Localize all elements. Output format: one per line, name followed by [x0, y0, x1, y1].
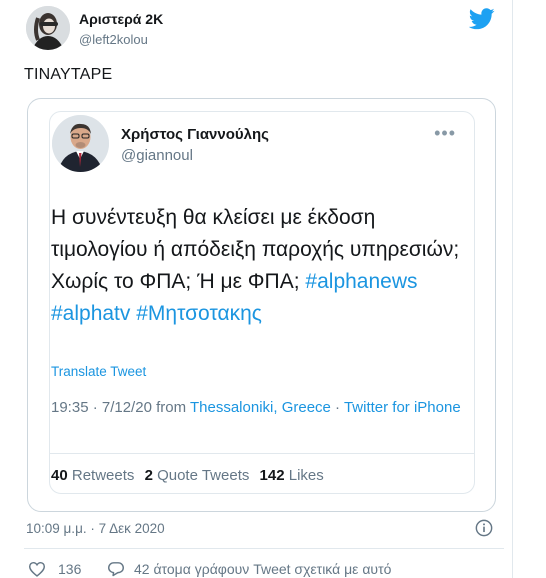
engagement-stats: 40 Retweets 2 Quote Tweets 142 Likes: [51, 467, 324, 484]
twitter-bird-icon[interactable]: [469, 8, 495, 30]
hashtag-link[interactable]: #alphatv: [51, 302, 130, 325]
retweets-stat[interactable]: 40 Retweets: [51, 467, 134, 484]
translate-tweet-link[interactable]: Translate Tweet: [51, 364, 146, 379]
tweet-text: TINAYTAPE: [24, 66, 113, 83]
hashtag-link[interactable]: #alphanews: [305, 270, 417, 293]
divider: [24, 548, 504, 549]
author-handle[interactable]: @left2kolou: [79, 32, 148, 47]
quote-tweets-label: Quote Tweets: [157, 467, 250, 484]
likes-label: Likes: [288, 467, 324, 484]
likes-count: 142: [259, 467, 285, 484]
tweet-time[interactable]: 19:35 · 7/12/20 from: [51, 399, 190, 416]
location-link[interactable]: Thessaloniki, Greece: [190, 399, 331, 416]
quoted-tweet-body: Η συνέντευξη θα κλείσει με έκδοση τιμολο…: [51, 202, 461, 330]
author-name[interactable]: Αριστερά 2Κ: [79, 11, 163, 27]
heart-icon[interactable]: [28, 561, 46, 577]
author-avatar-image: [26, 6, 70, 50]
retweets-label: Retweets: [71, 467, 135, 484]
conversation-link[interactable]: 42 άτομα γράφουν Tweet σχετικά με αυτό: [134, 561, 391, 577]
retweets-count: 40: [51, 467, 68, 484]
tweet-timestamp[interactable]: 10:09 μ.μ. · 7 Δεκ 2020: [26, 521, 165, 536]
reply-bubble-icon[interactable]: [107, 561, 125, 577]
quoted-author-avatar-image: [52, 115, 109, 172]
divider: [50, 453, 474, 454]
likes-stat[interactable]: 142 Likes: [260, 467, 324, 484]
source-link[interactable]: Twitter for iPhone: [344, 399, 461, 416]
quoted-author-handle[interactable]: @giannoul: [121, 147, 193, 164]
more-icon[interactable]: •••: [434, 123, 456, 144]
quoted-tweet[interactable]: Χρήστος Γιαννούλης @giannoul ••• Η συνέν…: [49, 111, 475, 494]
author-avatar[interactable]: [26, 6, 70, 50]
quote-tweets-count: 2: [144, 467, 153, 484]
tweet-metadata: 19:35 · 7/12/20 from Thessaloniki, Greec…: [51, 399, 461, 416]
embedded-tweet-card: Αριστερά 2Κ @left2kolou TINAYTAPE Χρήστο…: [0, 0, 513, 578]
quote-tweets-stat[interactable]: 2 Quote Tweets: [145, 467, 250, 484]
info-icon[interactable]: [475, 519, 493, 537]
quoted-tweet-container[interactable]: Χρήστος Γιαννούλης @giannoul ••• Η συνέν…: [27, 98, 496, 512]
hashtag-link[interactable]: #Μητσοτακης: [136, 302, 262, 325]
quoted-author-name[interactable]: Χρήστος Γιαννούλης: [121, 126, 269, 143]
quoted-author-avatar[interactable]: [52, 115, 109, 172]
likes-count[interactable]: 136: [58, 561, 81, 577]
